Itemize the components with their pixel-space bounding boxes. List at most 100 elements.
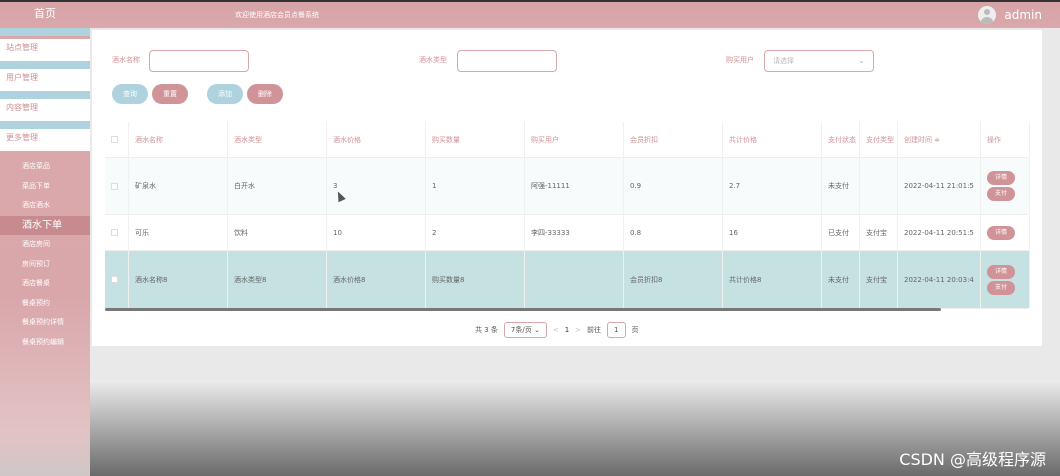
table-cell: 0.8	[624, 215, 723, 250]
drink-type-input[interactable]	[457, 50, 557, 72]
sidebar-item-drink-orders[interactable]: 酒水下单	[0, 215, 90, 235]
buyer-select-placeholder: 请选择	[773, 57, 794, 65]
col-header: 支付类型	[860, 122, 898, 157]
table-cell: 未支付	[822, 158, 860, 214]
page-size-select[interactable]: 7条/页 ⌄	[503, 322, 547, 338]
username[interactable]: admin	[1004, 8, 1042, 22]
table-cell: 支付宝	[860, 215, 898, 250]
table-header-row: 酒水名称 酒水类型 酒水价格 购买数量 购买用户 会员折扣 共计价格 支付状态 …	[105, 122, 1030, 158]
sidebar-group-content[interactable]: 内容管理	[0, 99, 90, 129]
table-cell: 未支付	[822, 251, 860, 308]
row-select-cell[interactable]	[105, 158, 129, 214]
col-header: 购买用户	[525, 122, 624, 157]
table-cell: 矿泉水	[129, 158, 228, 214]
page-unit-label: 页	[631, 326, 639, 334]
detail-button[interactable]: 详情	[987, 225, 1016, 240]
next-page-button[interactable]: >	[575, 326, 581, 334]
row-checkbox[interactable]	[111, 229, 118, 236]
current-page[interactable]: 1	[565, 326, 569, 334]
sidebar-group-label[interactable]: 更多管理	[0, 129, 90, 151]
col-header-sortable[interactable]: 创建时间 ≑	[898, 122, 981, 157]
pay-button[interactable]: 支付	[987, 280, 1016, 295]
col-header: 支付状态	[822, 122, 860, 157]
buyer-select[interactable]: 请选择 ⌄	[764, 50, 874, 72]
row-select-cell[interactable]	[105, 251, 129, 308]
delete-button[interactable]: 删除	[247, 84, 283, 104]
sidebar-group-label[interactable]: 内容管理	[0, 99, 90, 121]
table-cell: 2	[426, 215, 525, 250]
reset-button[interactable]: 重置	[152, 84, 188, 104]
goto-page-input[interactable]: 1	[607, 322, 626, 338]
col-header: 酒水名称	[129, 122, 228, 157]
sidebar-item-hotel-tables[interactable]: 酒店餐桌	[0, 274, 90, 294]
pay-button[interactable]: 支付	[987, 187, 1016, 201]
sidebar-item-hotel-dishes[interactable]: 酒店菜品	[0, 157, 90, 177]
sidebar-group-site[interactable]: 站点管理	[0, 39, 90, 69]
sidebar-item-dish-orders[interactable]: 菜品下单	[0, 177, 90, 197]
table-cell: 酒水价格8	[327, 251, 426, 308]
table-cell: 支付宝	[860, 251, 898, 308]
table-cell: 16	[723, 215, 822, 250]
table-cell: 2022-04-11 21:01:5	[898, 158, 981, 214]
table-cell	[860, 158, 898, 214]
select-all-checkbox[interactable]	[111, 136, 118, 143]
sidebar-item-reservation-details[interactable]: 餐桌预约详情	[0, 313, 90, 333]
table-cell: 2022-04-11 20:51:5	[898, 215, 981, 250]
select-all-cell[interactable]	[105, 122, 129, 157]
detail-button[interactable]: 详情	[987, 171, 1016, 185]
search-button[interactable]: 查询	[112, 84, 148, 104]
table-cell: 会员折扣8	[624, 251, 723, 308]
table-cell: 可乐	[129, 215, 228, 250]
sidebar-group-users[interactable]: 用户管理	[0, 69, 90, 99]
table-cell: 3	[327, 158, 426, 214]
table-cell: 酒水类型8	[228, 251, 327, 308]
table-cell: 酒水名称8	[129, 251, 228, 308]
drink-name-label: 酒水名称	[112, 56, 140, 64]
add-button[interactable]: 添加	[207, 84, 243, 104]
col-header: 操作	[981, 122, 1030, 157]
table-cell: 2.7	[723, 158, 822, 214]
sidebar-item-hotel-drinks[interactable]: 酒店酒水	[0, 196, 90, 216]
table-cell: 1	[426, 158, 525, 214]
chevron-down-icon: ⌄	[858, 56, 865, 65]
home-link[interactable]: 首页	[0, 4, 90, 28]
row-checkbox[interactable]	[111, 182, 118, 190]
table-row[interactable]: 酒水名称8 酒水类型8 酒水价格8 购买数量8 会员折扣8 共计价格8 未支付 …	[105, 251, 1030, 309]
table-cell: 饮料	[228, 215, 327, 250]
table-cell: 10	[327, 215, 426, 250]
table-cell: 已支付	[822, 215, 860, 250]
user-menu[interactable]: admin	[978, 6, 1042, 24]
table-cell: 白开水	[228, 158, 327, 214]
buyer-label: 购买用户	[726, 56, 754, 64]
main-panel: 酒水名称 酒水类型 购买用户 请选择 ⌄ 查询 重置 添加 删除 酒水名称 酒水…	[92, 30, 1042, 346]
sidebar-group-label[interactable]: 站点管理	[0, 39, 90, 61]
table-cell: 李四-33333	[525, 215, 624, 250]
watermark: CSDN @高级程序源	[899, 450, 1046, 469]
row-actions: 详情 支付	[981, 251, 1030, 308]
sidebar-group-more[interactable]: 更多管理	[0, 129, 90, 151]
sidebar-group-label[interactable]: 用户管理	[0, 69, 90, 91]
horizontal-scrollbar[interactable]	[105, 308, 941, 311]
col-header: 购买数量	[426, 122, 525, 157]
sidebar-item-hotel-rooms[interactable]: 酒店房间	[0, 235, 90, 255]
drink-name-input[interactable]	[149, 50, 249, 72]
row-checkbox[interactable]	[111, 276, 118, 283]
sidebar-item-reservation-edit[interactable]: 餐桌预约编辑	[0, 333, 90, 353]
sidebar-item-table-reservations[interactable]: 餐桌预约	[0, 294, 90, 314]
welcome-text: 欢迎使用酒店会员点餐系统	[235, 11, 319, 19]
avatar[interactable]	[978, 6, 997, 24]
col-header: 酒水类型	[228, 122, 327, 157]
detail-button[interactable]: 详情	[987, 264, 1016, 279]
col-header: 共计价格	[723, 122, 822, 157]
top-bar: 首页 欢迎使用酒店会员点餐系统 admin	[0, 0, 1060, 28]
row-select-cell[interactable]	[105, 215, 129, 250]
table-row[interactable]: 可乐 饮料 10 2 李四-33333 0.8 16 已支付 支付宝 2022-…	[105, 215, 1030, 251]
goto-label: 前往	[587, 326, 602, 334]
prev-page-button[interactable]: <	[553, 326, 559, 334]
table-cell: 购买数量8	[426, 251, 525, 308]
table-cell: 2022-04-11 20:03:4	[898, 251, 981, 308]
sidebar-item-room-bookings[interactable]: 房间预订	[0, 255, 90, 275]
table-cell: 阿强-11111	[525, 158, 624, 214]
table-row[interactable]: 矿泉水 白开水 3 1 阿强-11111 0.9 2.7 未支付 2022-04…	[105, 158, 1030, 215]
total-count: 共 3 条	[475, 326, 498, 334]
